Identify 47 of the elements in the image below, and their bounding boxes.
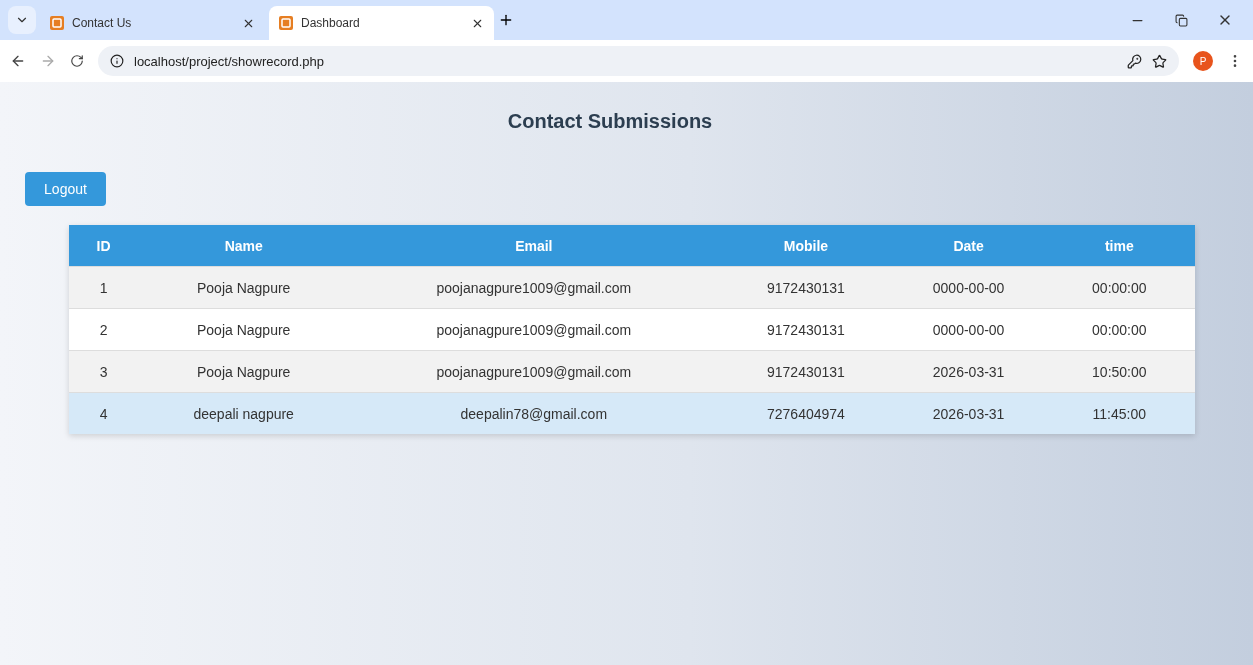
table-cell: Pooja Nagpure — [138, 266, 350, 309]
table-cell: 9172430131 — [718, 308, 894, 351]
table-cell: 1 — [69, 266, 139, 309]
table-cell: 0000-00-00 — [893, 266, 1044, 309]
restore-icon[interactable] — [1174, 13, 1188, 27]
tab-title: Contact Us — [72, 16, 133, 30]
browser-tab[interactable]: Dashboard — [269, 6, 494, 40]
table-cell: poojanagpure1009@gmail.com — [349, 350, 719, 393]
back-icon[interactable] — [10, 53, 26, 69]
profile-avatar[interactable]: P — [1193, 51, 1213, 71]
tab-title: Dashboard — [301, 16, 361, 30]
page-title: Contact Submissions — [507, 110, 713, 133]
star-icon[interactable] — [1152, 53, 1167, 69]
table-cell: 4 — [69, 392, 139, 434]
table-cell: Pooja Nagpure — [138, 308, 350, 351]
favicon-icon — [50, 16, 64, 30]
table-cell: 9172430131 — [718, 266, 894, 309]
table-cell: 7276404974 — [718, 392, 894, 434]
column-header: Name — [138, 225, 350, 267]
table-cell: 2026-03-31 — [893, 392, 1044, 434]
table-cell: 10:50:00 — [1043, 350, 1195, 393]
new-tab-icon[interactable] — [498, 12, 514, 28]
column-header: time — [1043, 225, 1195, 267]
table-cell: 00:00:00 — [1043, 308, 1195, 351]
table-cell: 11:45:00 — [1043, 392, 1195, 434]
key-icon[interactable] — [1127, 53, 1142, 69]
browser-tab[interactable]: Contact Us — [40, 6, 265, 40]
url-text: localhost/project/showrecord.php — [134, 53, 326, 69]
column-header: Email — [349, 225, 719, 267]
table-cell: deepali nagpure — [138, 392, 350, 434]
column-header: ID — [69, 225, 139, 267]
favicon-icon — [279, 16, 293, 30]
column-header: Mobile — [718, 225, 894, 267]
table-cell: 9172430131 — [718, 350, 894, 393]
table-cell: 2 — [69, 308, 139, 351]
table-cell: deepalin78@gmail.com — [349, 392, 719, 434]
column-header: Date — [893, 225, 1044, 267]
info-icon[interactable] — [110, 54, 124, 68]
table-cell: 00:00:00 — [1043, 266, 1195, 309]
reload-icon[interactable] — [70, 54, 84, 68]
table-cell: 3 — [69, 350, 139, 393]
table-cell: 2026-03-31 — [893, 350, 1044, 393]
table-cell: Pooja Nagpure — [138, 350, 350, 393]
address-bar[interactable]: localhost/project/showrecord.php — [98, 46, 1179, 76]
table-cell: poojanagpure1009@gmail.com — [349, 308, 719, 351]
table-cell: 0000-00-00 — [893, 308, 1044, 351]
table-cell: poojanagpure1009@gmail.com — [349, 266, 719, 309]
